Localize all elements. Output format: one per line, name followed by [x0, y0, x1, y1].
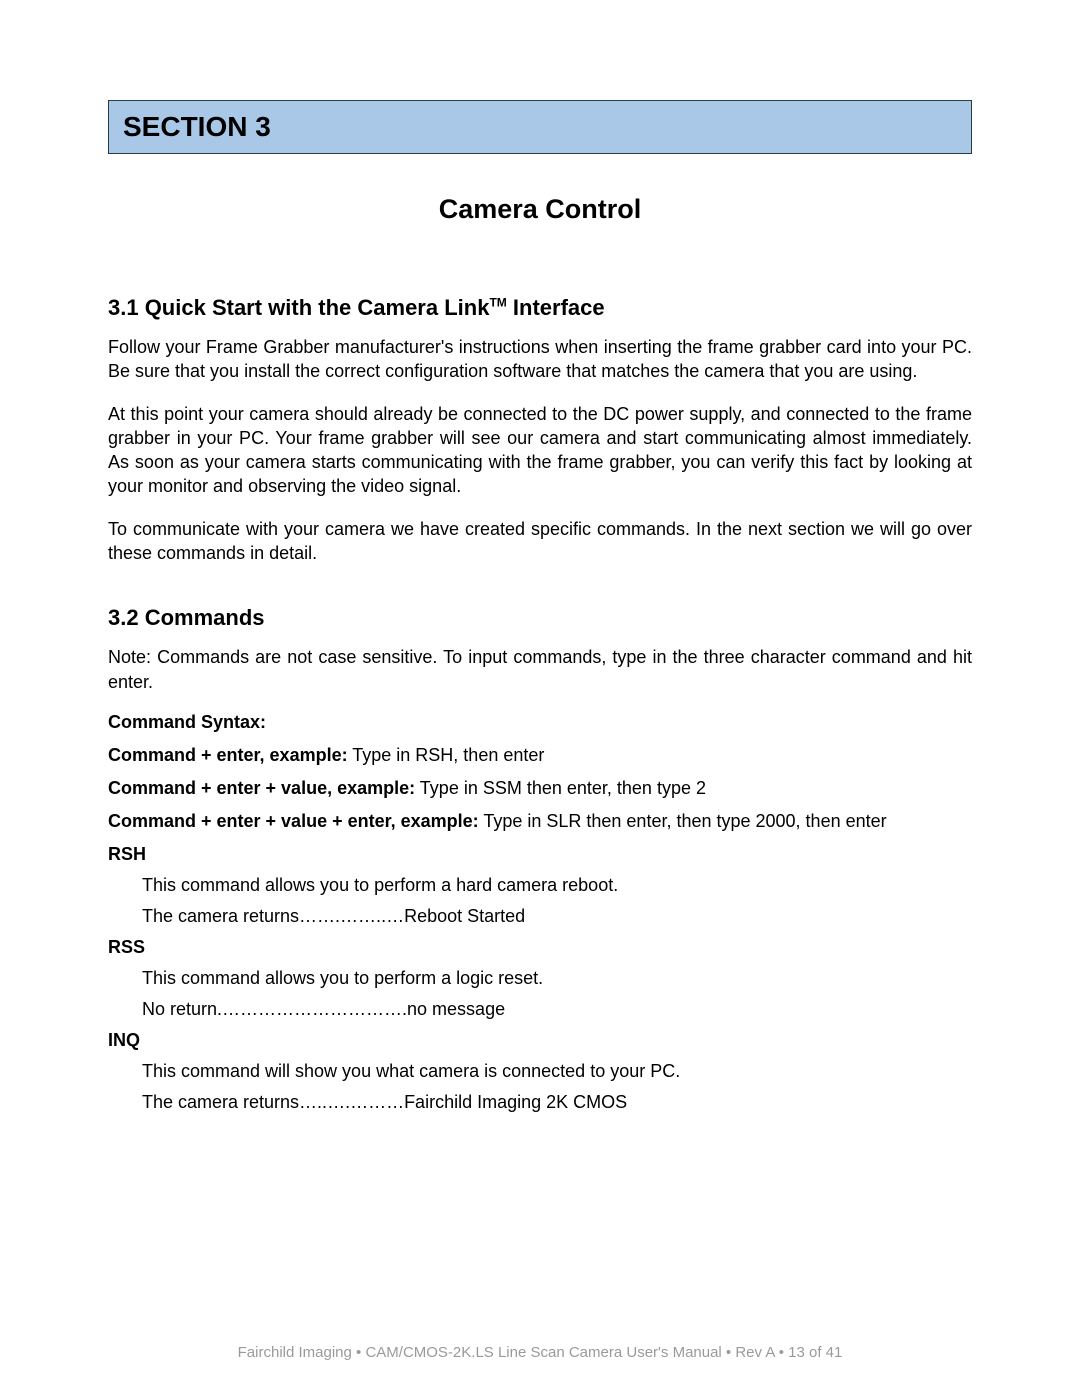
command-rss-desc-2: No return.………………………….no message — [142, 999, 972, 1020]
command-example-2: Command + enter + value, example: Type i… — [108, 778, 972, 799]
command-example-1-bold: Command + enter, example: — [108, 745, 348, 765]
paragraph-3-1-b: At this point your camera should already… — [108, 402, 972, 499]
command-rsh-desc-2: The camera returns…….……..…Reboot Started — [142, 906, 972, 927]
command-example-1: Command + enter, example: Type in RSH, t… — [108, 745, 972, 766]
command-rsh-name: RSH — [108, 844, 972, 865]
command-example-2-bold: Command + enter + value, example: — [108, 778, 415, 798]
subsection-3-1-suffix: Interface — [507, 295, 605, 320]
section-banner-title: SECTION 3 — [123, 111, 957, 143]
command-inq-desc-1: This command will show you what camera i… — [142, 1061, 972, 1082]
command-example-1-rest: Type in RSH, then enter — [348, 745, 545, 765]
trademark-superscript: TM — [489, 296, 506, 310]
document-page: SECTION 3 Camera Control 3.1 Quick Start… — [0, 0, 1080, 1397]
command-rss-desc-1: This command allows you to perform a log… — [142, 968, 972, 989]
command-rsh-desc-1: This command allows you to perform a har… — [142, 875, 972, 896]
command-example-2-rest: Type in SSM then enter, then type 2 — [415, 778, 706, 798]
subsection-3-1-prefix: 3.1 Quick Start with the Camera Link — [108, 295, 489, 320]
command-example-3-rest: Type in SLR then enter, then type 2000, … — [479, 811, 887, 831]
section-banner: SECTION 3 — [108, 100, 972, 154]
command-example-3-bold: Command + enter + value + enter, example… — [108, 811, 479, 831]
command-inq-desc-2: The camera returns…..….………Fairchild Imag… — [142, 1092, 972, 1113]
command-inq-name: INQ — [108, 1030, 972, 1051]
subsection-3-2-title: 3.2 Commands — [108, 605, 972, 631]
subsection-3-1-title: 3.1 Quick Start with the Camera LinkTM I… — [108, 295, 972, 321]
command-example-3: Command + enter + value + enter, example… — [108, 811, 972, 832]
commands-note: Note: Commands are not case sensitive. T… — [108, 645, 972, 694]
command-syntax-label: Command Syntax: — [108, 712, 972, 733]
command-rss-name: RSS — [108, 937, 972, 958]
chapter-title: Camera Control — [108, 194, 972, 225]
paragraph-3-1-a: Follow your Frame Grabber manufacturer's… — [108, 335, 972, 384]
paragraph-3-1-c: To communicate with your camera we have … — [108, 517, 972, 566]
page-footer: Fairchild Imaging • CAM/CMOS-2K.LS Line … — [0, 1344, 1080, 1361]
